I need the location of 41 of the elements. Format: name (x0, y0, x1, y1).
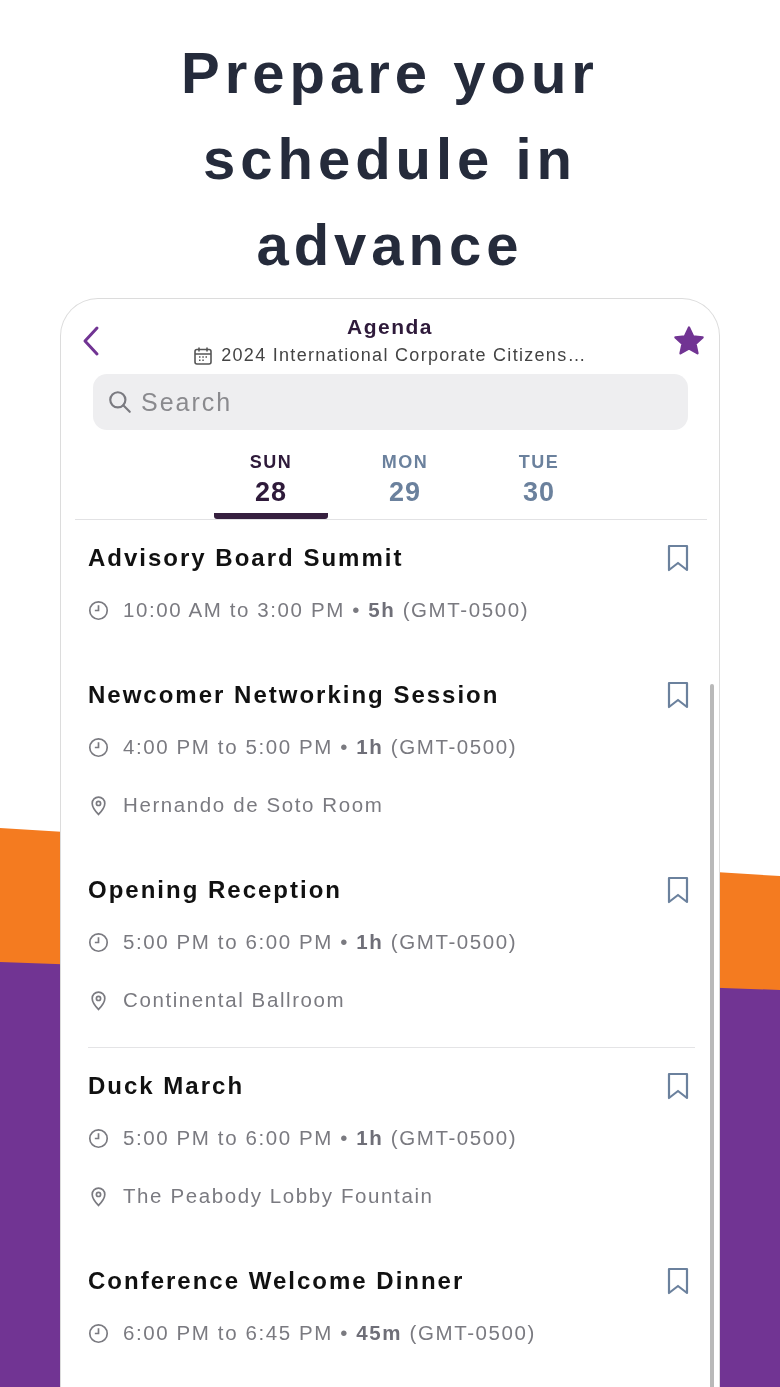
search-icon (107, 389, 133, 415)
bookmark-icon[interactable] (665, 544, 691, 572)
bookmark-icon[interactable] (665, 1072, 691, 1100)
clock-icon (88, 1322, 109, 1344)
event-location: The Peabody Lobby Fountain (123, 1184, 434, 1208)
calendar-icon (193, 345, 214, 366)
event-name: 2024 International Corporate Citizens… (221, 345, 587, 366)
event-row[interactable]: Duck March 5:00 PM to 6:00 PM • 1h (GMT-0500) The Peabody Lobby Fountain (88, 1048, 695, 1243)
clock-icon (88, 1127, 109, 1149)
event-location: Continental Ballroom (123, 988, 346, 1012)
event-title[interactable]: Newcomer Networking Session (88, 681, 500, 709)
clock-icon (88, 736, 109, 758)
event-time: 5:00 PM to 6:00 PM • 1h (GMT-0500) (123, 1126, 518, 1150)
event-time: 6:00 PM to 6:45 PM • 45m (GMT-0500) (123, 1321, 536, 1345)
day-tab[interactable]: SUN 28 (214, 452, 328, 519)
event-time: 5:00 PM to 6:00 PM • 1h (GMT-0500) (123, 930, 518, 954)
bookmark-icon[interactable] (665, 681, 691, 709)
event-row[interactable]: Advisory Board Summit 10:00 AM to 3:00 PM • 5h (GMT-0500) (88, 520, 695, 657)
event-time: 10:00 AM to 3:00 PM • 5h (GMT-0500) (123, 598, 530, 622)
bookmark-icon[interactable] (665, 1267, 691, 1295)
location-pin-icon (88, 1185, 109, 1207)
clock-icon (88, 931, 109, 953)
event-title[interactable]: Conference Welcome Dinner (88, 1267, 465, 1295)
day-tab[interactable]: MON 29 (348, 452, 462, 519)
screen-title: Agenda (347, 315, 433, 339)
bookmark-icon[interactable] (665, 876, 691, 904)
location-pin-icon (88, 794, 109, 816)
event-title[interactable]: Opening Reception (88, 876, 342, 904)
event-location: Hernando de Soto Room (123, 793, 384, 817)
event-row[interactable]: Opening Reception 5:00 PM to 6:00 PM • 1h (GMT-0500) Continental Ballroom (88, 852, 695, 1048)
event-time: 4:00 PM to 5:00 PM • 1h (GMT-0500) (123, 735, 518, 759)
headline: Prepare your schedule in advance (180, 39, 600, 279)
event-title[interactable]: Advisory Board Summit (88, 544, 404, 572)
day-tab[interactable]: TUE 30 (482, 452, 596, 519)
event-title[interactable]: Duck March (88, 1072, 245, 1100)
location-pin-icon (88, 989, 109, 1011)
search-field[interactable]: Search (93, 374, 688, 430)
event-row[interactable]: Conference Welcome Dinner 6:00 PM to 6:45 PM • 45m (GMT-0500) (88, 1243, 695, 1380)
clock-icon (88, 599, 109, 621)
event-row[interactable]: Newcomer Networking Session 4:00 PM to 5:00 PM • 1h (GMT-0500) Hernando de Soto Room (88, 657, 695, 852)
scrollbar[interactable] (710, 684, 714, 1387)
